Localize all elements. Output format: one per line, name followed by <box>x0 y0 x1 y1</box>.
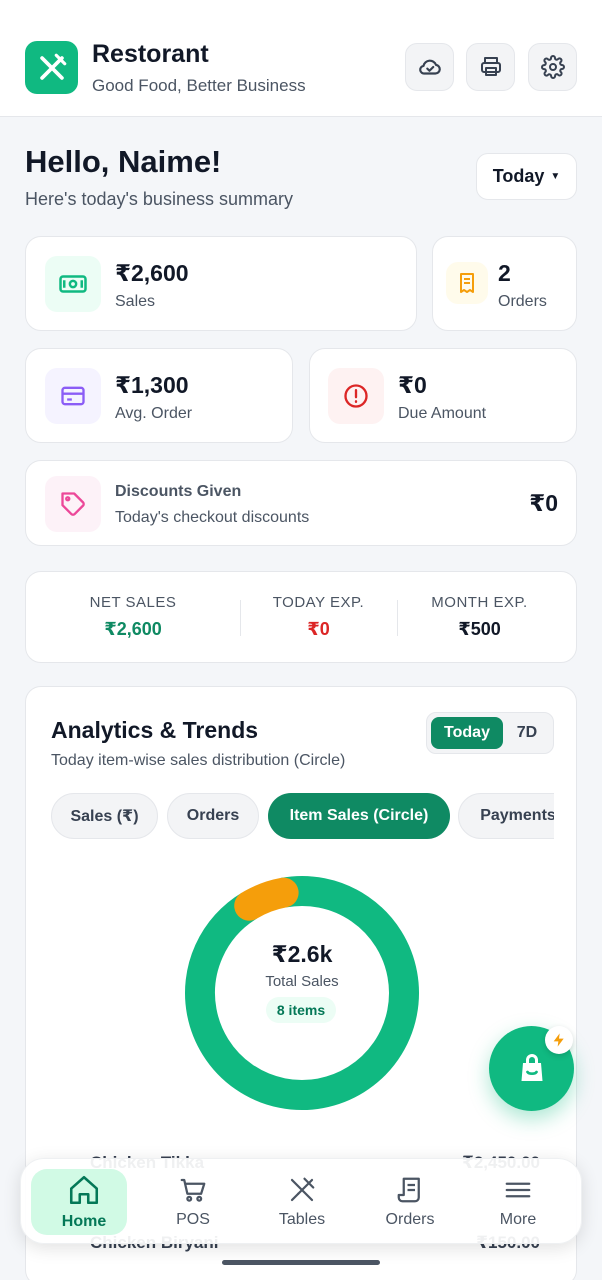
discounts-value: ₹0 <box>529 490 558 516</box>
donut-slice-chicken-tikka <box>185 876 419 1110</box>
nav-pos[interactable]: POS <box>139 1159 247 1245</box>
discounts-title: Discounts Given <box>115 483 242 500</box>
print-button[interactable] <box>466 43 515 91</box>
nav-home[interactable]: Home <box>30 1159 138 1245</box>
expense-summary: NET SALES ₹2,600 TODAY EXP. ₹0 MONTH EXP… <box>25 571 577 663</box>
period-dropdown[interactable]: Today ▼ <box>476 153 577 200</box>
tab-payments[interactable]: Payments <box>458 793 554 839</box>
donut-total-label: Total Sales <box>265 973 339 990</box>
sales-label: Sales <box>115 293 156 310</box>
sales-card[interactable]: ₹2,600 Sales <box>25 236 417 331</box>
analytics-tabs: Sales (₹) Orders Item Sales (Circle) Pay… <box>51 687 554 857</box>
receipt-icon <box>446 262 488 304</box>
utensils-icon <box>290 1177 315 1202</box>
month-exp-value: ₹500 <box>458 619 501 639</box>
period-dropdown-label: Today <box>492 166 545 186</box>
orders-card[interactable]: 2 Orders <box>432 236 577 331</box>
alert-circle-icon <box>328 368 384 424</box>
due-value: ₹0 <box>398 372 427 398</box>
nav-more[interactable]: More <box>464 1159 572 1245</box>
tab-item-sales[interactable]: Item Sales (Circle) <box>268 793 450 839</box>
nav-orders-label: Orders <box>385 1211 435 1228</box>
due-label: Due Amount <box>398 405 487 422</box>
orders-value: 2 <box>498 260 511 286</box>
printer-icon <box>480 57 501 76</box>
nav-home-label: Home <box>61 1213 107 1230</box>
month-exp-label: MONTH EXP. <box>431 594 528 611</box>
greeting-title: Hello, Naime! <box>25 144 222 179</box>
due-amount-card[interactable]: ₹0 Due Amount <box>309 348 577 443</box>
menu-icon <box>505 1182 531 1198</box>
month-expense-summary: MONTH EXP. ₹500 <box>397 572 562 662</box>
net-sales-label: NET SALES <box>89 594 177 611</box>
settings-button[interactable] <box>528 43 577 91</box>
today-exp-label: TODAY EXP. <box>272 594 365 611</box>
bottom-navigation: Home POS Tables Orders More <box>20 1158 582 1244</box>
app-header: Restorant Good Food, Better Business <box>0 0 602 117</box>
shopping-bag-icon <box>521 1053 542 1081</box>
cash-icon <box>45 256 101 312</box>
credit-card-icon <box>45 368 101 424</box>
greeting-subtitle: Here's today's business summary <box>25 189 293 209</box>
cloud-sync-button[interactable] <box>405 43 454 91</box>
logo-utensils-icon <box>25 41 78 94</box>
net-sales-summary: NET SALES ₹2,600 <box>26 572 240 662</box>
app-title: Restorant <box>92 40 209 68</box>
nav-orders[interactable]: Orders <box>356 1159 464 1245</box>
tab-orders[interactable]: Orders <box>167 793 259 839</box>
avg-order-value: ₹1,300 <box>115 372 189 398</box>
app-subtitle: Good Food, Better Business <box>92 76 306 95</box>
net-sales-value: ₹2,600 <box>104 619 162 639</box>
avg-order-card[interactable]: ₹1,300 Avg. Order <box>25 348 293 443</box>
avg-order-label: Avg. Order <box>115 405 193 422</box>
cart-icon <box>180 1178 206 1202</box>
discounts-subtitle: Today's checkout discounts <box>115 509 310 526</box>
cloud-sync-icon <box>418 59 441 75</box>
gear-icon <box>540 55 565 79</box>
today-exp-value: ₹0 <box>307 619 330 639</box>
donut-items-badge: 8 items <box>266 997 336 1023</box>
discounts-card[interactable]: Discounts Given Today's checkout discoun… <box>25 460 577 546</box>
home-indicator <box>222 1260 380 1265</box>
today-expense-summary: TODAY EXP. ₹0 <box>240 572 397 662</box>
tab-sales[interactable]: Sales (₹) <box>51 793 158 839</box>
home-icon <box>69 1175 99 1205</box>
nav-pos-label: POS <box>176 1211 210 1228</box>
receipt-icon <box>397 1177 420 1203</box>
sales-value: ₹2,600 <box>115 260 189 286</box>
donut-total-value: ₹2.6k <box>271 941 333 967</box>
nav-tables-label: Tables <box>278 1211 326 1228</box>
orders-label: Orders <box>498 293 547 310</box>
nav-tables[interactable]: Tables <box>248 1159 356 1245</box>
nav-more-label: More <box>499 1211 537 1228</box>
caret-down-icon: ▼ <box>550 171 561 182</box>
tag-icon <box>45 476 101 532</box>
lightning-icon <box>545 1026 573 1054</box>
